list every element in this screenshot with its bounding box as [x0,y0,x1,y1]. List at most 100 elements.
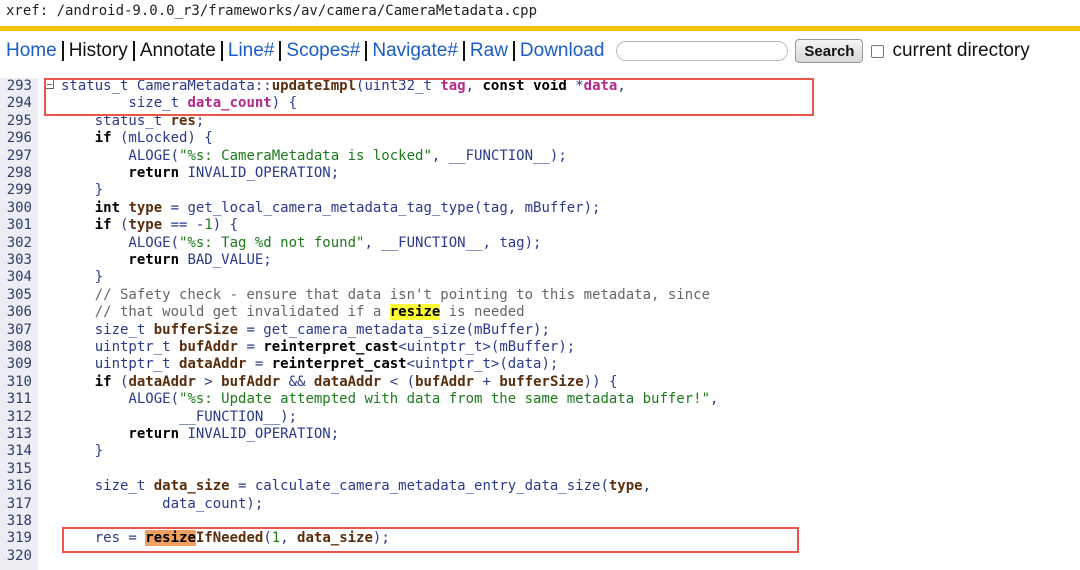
search-button[interactable]: Search [795,39,864,63]
code-token: ) { [212,217,239,234]
code-token: ALOGE( [61,391,180,408]
line-number-link[interactable]: 303 [0,252,32,269]
line-number-link[interactable]: 306 [0,304,32,321]
line-number-link[interactable]: 318 [0,513,32,530]
code-token: type [128,199,163,216]
code-token: if [61,130,112,147]
line-number-link[interactable]: 314 [0,443,32,460]
code-line: 300 int type = get_local_camera_metadata… [0,200,1080,217]
code-token: uintptr_t [61,356,180,373]
line-number-link[interactable]: 301 [0,217,32,234]
code-line: 315 [0,461,1080,478]
code-line: 294 size_t data_count) { [0,95,1080,112]
line-number-link[interactable]: 312 [0,409,32,426]
search-input[interactable] [616,41,789,61]
line-number-link[interactable]: 293 [0,78,32,95]
nav-annotate-link[interactable]: Annotate [140,40,216,62]
code-token: ALOGE( [61,234,180,251]
code-line: 318 [0,513,1080,530]
code-token: 1 [271,530,281,547]
code-line: 298 return INVALID_OPERATION; [0,165,1080,182]
xref-path: xref: /android-9.0.0_r3/frameworks/av/ca… [0,0,1080,26]
code-text: if (mLocked) { [61,130,213,147]
line-number-link[interactable]: 302 [0,235,32,252]
code-token: size_t [61,478,154,495]
search-match-highlight: resize [389,304,441,321]
line-number-link[interactable]: 305 [0,287,32,304]
line-number-link[interactable]: 317 [0,496,32,513]
code-text: if (type == -1) { [61,217,238,234]
code-token: ); [372,530,390,547]
code-token: uintptr_t [61,339,180,355]
code-token: type [608,478,643,495]
line-number-link[interactable]: 304 [0,269,32,286]
line-number-link[interactable]: 297 [0,148,32,165]
line-number-link[interactable]: 296 [0,130,32,147]
current-directory-checkbox[interactable] [871,44,885,58]
code-line: 297 ALOGE("%s: CameraMetadata is locked"… [0,148,1080,165]
line-number-link[interactable]: 295 [0,113,32,130]
line-number-link[interactable]: 313 [0,426,32,443]
code-line: 301 if (type == -1) { [0,217,1080,234]
nav-bar: Home History Annotate Line# Scopes# Navi… [0,34,1080,68]
code-token: , [465,78,483,94]
nav-home-link[interactable]: Home [6,40,57,62]
code-token: , [710,391,719,408]
line-number-link[interactable]: 311 [0,391,32,408]
line-number-link[interactable]: 299 [0,182,32,199]
code-text: } [61,182,103,199]
line-number-link[interactable]: 315 [0,461,32,478]
code-text: return INVALID_OPERATION; [61,426,339,443]
line-number-link[interactable]: 320 [0,548,32,565]
nav-separator [512,41,515,61]
code-line: 311 ALOGE("%s: Update attempted with dat… [0,391,1080,408]
code-line: 302 ALOGE("%s: Tag %d not found", __FUNC… [0,235,1080,252]
code-token: , __FUNCTION__); [431,147,567,164]
code-token: bufferSize [153,321,239,338]
code-line: 299 } [0,182,1080,199]
code-token: ) { [271,95,298,112]
nav-scopes-link[interactable]: Scopes# [286,40,360,62]
nav-download-link[interactable]: Download [520,40,605,62]
nav-navigate-link[interactable]: Navigate# [372,40,458,62]
code-token: + [474,373,500,390]
code-text: return BAD_VALUE; [61,252,271,269]
line-number-link[interactable]: 308 [0,339,32,356]
code-token: <uintptr_t>(data); [406,356,559,373]
line-number-link[interactable]: 294 [0,95,32,112]
code-text: size_t data_size = calculate_camera_meta… [61,478,651,495]
code-line: 316 size_t data_size = calculate_camera_… [0,478,1080,495]
code-token: is needed [440,304,525,321]
line-number-link[interactable]: 310 [0,374,32,391]
code-token: <uintptr_t>(mBuffer); [398,339,576,355]
code-token: } [61,182,104,199]
code-token: data_count); [61,495,264,512]
code-token: updateImpl [271,78,357,94]
nav-history-link[interactable]: History [69,40,128,62]
nav-line-link[interactable]: Line# [228,40,275,62]
line-number-link[interactable]: 309 [0,356,32,373]
code-token: ( [111,373,129,390]
line-number-link[interactable]: 300 [0,200,32,217]
code-token: type [128,217,163,234]
code-token: IfNeeded [195,530,264,547]
code-token: res [170,112,196,129]
code-token: return [61,165,180,181]
code-token: if [61,373,112,390]
code-token: bufAddr [179,339,239,355]
code-token: && [280,373,314,390]
code-token: status_t [61,112,171,129]
code-line: 304 } [0,269,1080,286]
code-token: void [533,78,567,94]
line-number-link[interactable]: 319 [0,530,32,547]
line-number-link[interactable]: 307 [0,322,32,339]
code-text: status_t CameraMetadata::updateImpl(uint… [61,78,626,95]
line-number-link[interactable]: 316 [0,478,32,495]
code-token: __FUNCTION__); [61,408,298,425]
code-text: res = resizeIfNeeded(1, data_size); [61,530,390,547]
code-token: int [61,199,121,216]
line-number-link[interactable]: 298 [0,165,32,182]
code-token: dataAddr [313,373,382,390]
nav-raw-link[interactable]: Raw [470,40,508,62]
code-text: uintptr_t dataAddr = reinterpret_cast<ui… [61,356,559,373]
